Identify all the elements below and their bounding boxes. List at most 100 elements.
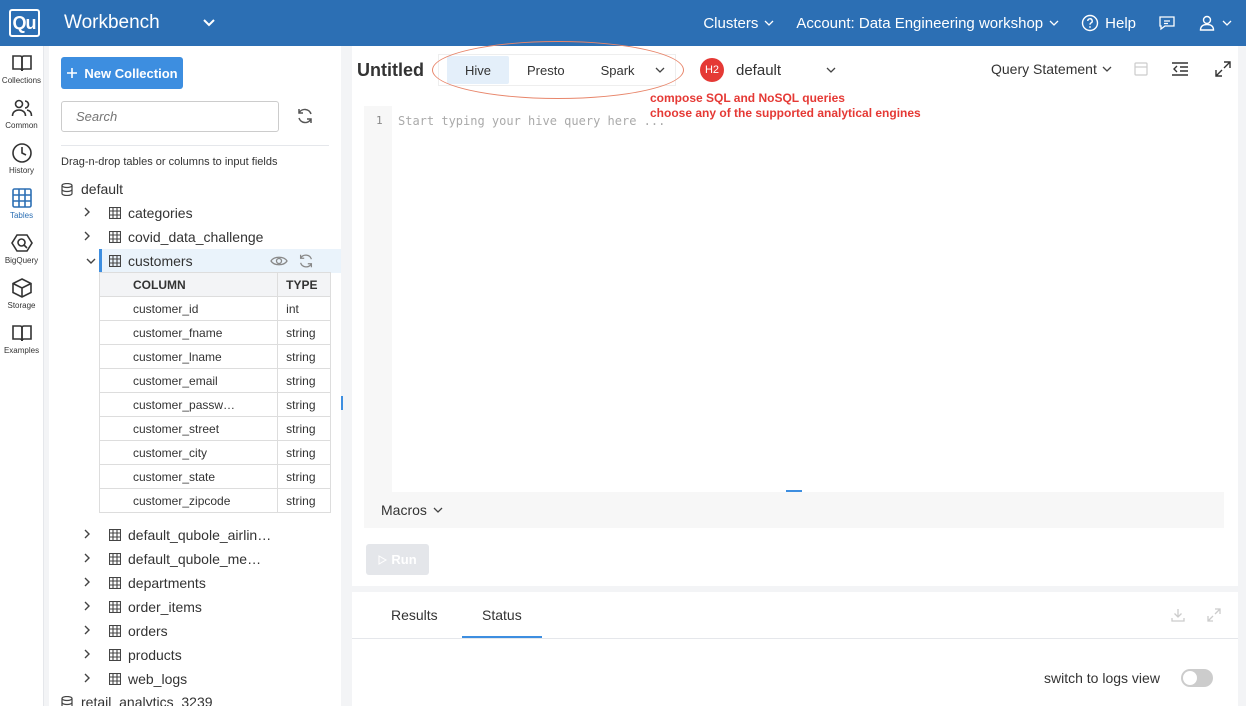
app-switcher[interactable]: Workbench (64, 12, 216, 34)
database-default[interactable]: default (61, 181, 123, 197)
help-button[interactable]: Help (1081, 14, 1136, 32)
feedback-icon (1159, 16, 1175, 31)
cluster-selector[interactable]: H2 default (700, 58, 836, 82)
rail-item-storage[interactable]: Storage (0, 271, 43, 316)
feedback-button[interactable] (1158, 14, 1176, 32)
table-row[interactable]: order_items (49, 595, 341, 619)
column-row[interactable]: customer_passw… string (98, 392, 331, 417)
clusters-menu[interactable]: Clusters (703, 15, 774, 32)
table-icon (109, 231, 121, 243)
user-menu[interactable] (1198, 14, 1232, 32)
calendar-icon[interactable] (1132, 60, 1150, 78)
chevron-down-icon (433, 507, 443, 513)
run-button[interactable]: Run (366, 544, 429, 575)
table-icon (109, 207, 121, 219)
users-icon (11, 99, 32, 117)
results-tabs: Results Status (352, 592, 1238, 639)
download-icon[interactable] (1170, 607, 1186, 623)
table-icon (109, 553, 121, 565)
table-name: default_qubole_me… (128, 551, 262, 567)
chevron-right-icon[interactable] (83, 552, 91, 566)
column-row[interactable]: customer_zipcode string (98, 488, 331, 513)
chevron-right-icon[interactable] (83, 576, 91, 590)
panel-resize-handle[interactable] (341, 396, 343, 410)
table-row-selected[interactable]: customers (86, 249, 341, 273)
chevron-right-icon[interactable] (83, 648, 91, 662)
table-header-row: COLUMN TYPE (98, 272, 331, 297)
refresh-icon[interactable] (295, 106, 315, 126)
table-name: default_qubole_airlin… (128, 527, 272, 543)
logs-view-toggle[interactable] (1181, 669, 1213, 687)
database-retail-analytics[interactable]: retail_analytics_3239 (61, 694, 213, 706)
table-icon (109, 673, 121, 685)
query-editor-card: Untitled Hive Presto Spark H2 default co… (352, 46, 1238, 586)
account-menu[interactable]: Account: Data Engineering workshop (796, 15, 1059, 32)
rail-item-collections[interactable]: Collections (0, 46, 43, 91)
refresh-icon[interactable] (297, 252, 315, 270)
query-statement-dropdown[interactable]: Query Statement (991, 61, 1112, 77)
table-name: customers (128, 253, 193, 269)
tab-status[interactable]: Status (462, 607, 542, 638)
table-icon (109, 625, 121, 637)
table-name: categories (128, 205, 193, 221)
chevron-down-icon (203, 19, 215, 27)
chevron-down-icon (764, 20, 774, 26)
results-panel: Results Status switch to logs view (352, 592, 1238, 706)
rail-item-bigquery[interactable]: BigQuery (0, 226, 43, 271)
query-title[interactable]: Untitled (357, 60, 424, 81)
chevron-right-icon[interactable] (83, 672, 91, 686)
editor-placeholder: Start typing your hive query here ... (398, 114, 666, 128)
column-row[interactable]: customer_fname string (98, 320, 331, 345)
table-row[interactable]: departments (49, 571, 341, 595)
tab-results[interactable]: Results (391, 607, 438, 623)
tables-panel: New Collection Drag-n-drop tables or col… (49, 46, 341, 706)
expand-icon[interactable] (1206, 607, 1222, 623)
rail-item-common[interactable]: Common (0, 91, 43, 136)
macros-toggle[interactable]: Macros (364, 492, 1224, 528)
eye-icon[interactable] (270, 252, 288, 270)
chevron-right-icon[interactable] (83, 528, 91, 542)
rail-item-examples[interactable]: Examples (0, 316, 43, 361)
table-row[interactable]: products (49, 643, 341, 667)
collapse-panel-icon[interactable] (1171, 60, 1189, 78)
chevron-right-icon[interactable] (83, 624, 91, 638)
column-row[interactable]: customer_email string (98, 368, 331, 393)
play-icon (378, 554, 388, 565)
column-row[interactable]: customer_state string (98, 464, 331, 489)
app-name: Workbench (64, 12, 160, 33)
table-row[interactable]: default_qubole_airlin… (49, 523, 341, 547)
book-icon (11, 55, 32, 72)
rail-item-tables[interactable]: Tables (0, 181, 43, 226)
column-row[interactable]: customer_id int (98, 296, 331, 321)
rail-item-history[interactable]: History (0, 136, 43, 181)
table-icon (109, 649, 121, 661)
column-row[interactable]: customer_street string (98, 416, 331, 441)
search-input[interactable] (61, 101, 279, 132)
table-row[interactable]: web_logs (49, 667, 341, 691)
table-name: orders (128, 623, 168, 639)
table-row[interactable]: default_qubole_me… (49, 547, 341, 571)
database-icon (61, 695, 73, 706)
chevron-right-icon[interactable] (83, 206, 91, 220)
column-header: COLUMN (98, 272, 279, 297)
annotation-oval (432, 41, 684, 99)
table-row[interactable]: orders (49, 619, 341, 643)
column-row[interactable]: customer_city string (98, 440, 331, 465)
chevron-right-icon[interactable] (83, 600, 91, 614)
table-name: covid_data_challenge (128, 229, 264, 245)
chevron-right-icon[interactable] (83, 230, 91, 244)
table-row[interactable]: covid_data_challenge (49, 225, 341, 249)
expand-icon[interactable] (1214, 60, 1232, 78)
table-icon (109, 577, 121, 589)
column-row[interactable]: customer_lname string (98, 344, 331, 369)
line-gutter (364, 106, 392, 492)
cluster-badge: H2 (700, 58, 724, 82)
new-collection-button[interactable]: New Collection (61, 57, 183, 89)
chevron-down-icon[interactable] (86, 254, 96, 268)
chevron-down-icon (1049, 20, 1059, 26)
table-row[interactable]: categories (49, 201, 341, 225)
navigation-rail: Collections Common History Tables BigQue… (0, 46, 44, 706)
code-editor[interactable]: 1 Start typing your hive query here ... (364, 106, 1228, 492)
columns-table: COLUMN TYPE customer_id int customer_fnam… (98, 272, 331, 513)
qubole-logo[interactable]: Qu (0, 0, 48, 46)
